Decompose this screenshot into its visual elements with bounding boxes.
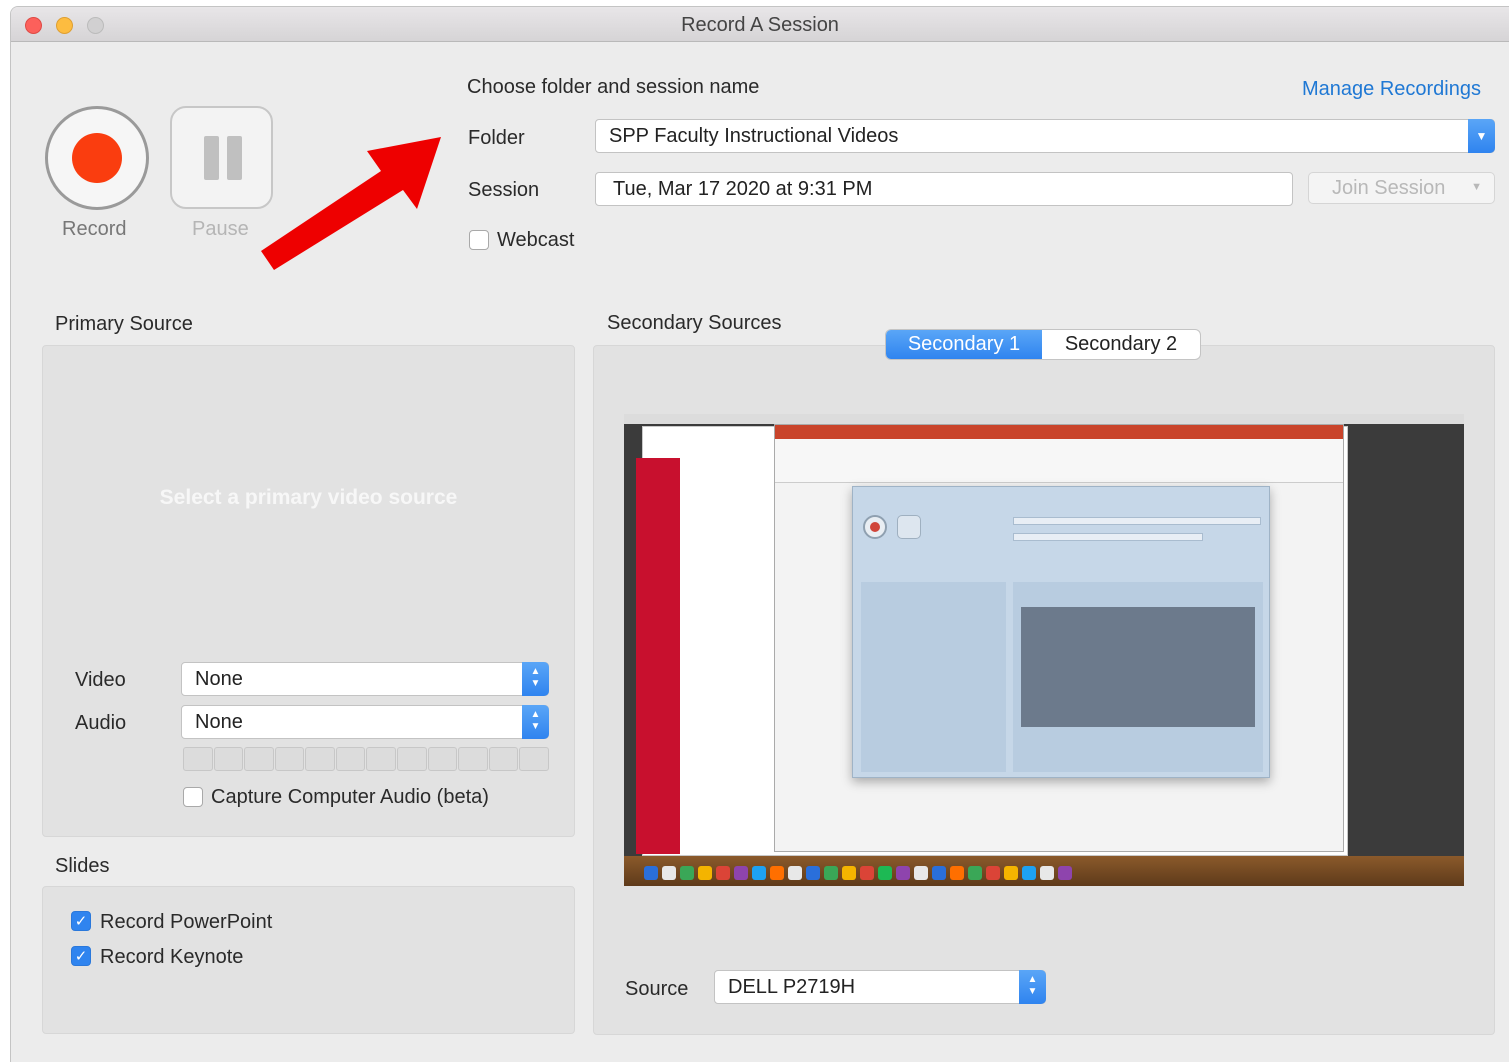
record-label: Record: [62, 218, 127, 240]
tab-secondary-1[interactable]: Secondary 1: [886, 330, 1042, 359]
join-session-button[interactable]: Join Session ▼: [1308, 172, 1495, 204]
capture-audio-checkbox[interactable]: [183, 787, 203, 807]
audio-level-meter: [183, 747, 549, 771]
preview-menu-bar: [624, 414, 1464, 424]
record-powerpoint-checkbox[interactable]: ✓: [71, 911, 91, 931]
primary-source-placeholder: Select a primary video source: [159, 486, 458, 509]
secondary-tabs: Secondary 1 Secondary 2: [885, 329, 1201, 360]
video-value: None: [195, 668, 243, 690]
primary-source-heading: Primary Source: [55, 313, 193, 335]
source-value: DELL P2719H: [728, 976, 856, 998]
pause-button[interactable]: [170, 106, 273, 209]
record-button[interactable]: [45, 106, 149, 210]
session-name-input[interactable]: Tue, Mar 17 2020 at 9:31 PM: [595, 172, 1293, 206]
audio-select[interactable]: None ▲ ▼: [181, 705, 549, 739]
tab-secondary-2[interactable]: Secondary 2: [1042, 330, 1200, 359]
session-label: Session: [468, 179, 540, 201]
slides-heading: Slides: [55, 855, 110, 877]
title-bar: Record A Session: [11, 7, 1509, 42]
up-down-arrows-icon: ▲ ▼: [1019, 970, 1046, 1004]
pause-label: Pause: [192, 218, 249, 240]
record-session-window: Record A Session Record Pause Choose fol…: [10, 6, 1509, 1062]
source-label: Source: [625, 978, 689, 1000]
record-powerpoint-label: Record PowerPoint: [100, 911, 273, 933]
preview-browser-sidebar: [636, 458, 680, 854]
chevron-down-icon: ▼: [1468, 119, 1495, 153]
slides-panel: ✓ Record PowerPoint ✓ Record Keynote: [42, 886, 575, 1034]
video-select[interactable]: None ▲ ▼: [181, 662, 549, 696]
preview-dock: [624, 856, 1464, 886]
audio-value: None: [195, 711, 243, 733]
record-keynote-label: Record Keynote: [100, 946, 244, 968]
folder-value: SPP Faculty Instructional Videos: [609, 125, 899, 147]
join-session-label: Join Session: [1332, 177, 1446, 199]
chevron-down-icon: ▼: [1471, 181, 1482, 193]
folder-label: Folder: [468, 127, 525, 149]
secondary-source-preview: [624, 414, 1464, 886]
primary-source-panel: Select a primary video source Video None…: [42, 345, 575, 837]
record-keynote-checkbox[interactable]: ✓: [71, 946, 91, 966]
window-title: Record A Session: [681, 14, 839, 36]
capture-audio-label: Capture Computer Audio (beta): [211, 786, 489, 808]
record-icon: [72, 133, 122, 183]
video-label: Video: [75, 669, 126, 691]
secondary-sources-heading: Secondary Sources: [607, 312, 782, 334]
annotation-arrow-icon: [261, 137, 441, 270]
webcast-label: Webcast: [497, 229, 575, 251]
source-select[interactable]: DELL P2719H ▲ ▼: [714, 970, 1046, 1004]
folder-select[interactable]: SPP Faculty Instructional Videos ▼: [595, 119, 1495, 153]
up-down-arrows-icon: ▲ ▼: [522, 705, 549, 739]
manage-recordings-link[interactable]: Manage Recordings: [1302, 78, 1481, 101]
session-heading: Choose folder and session name: [467, 76, 760, 98]
up-down-arrows-icon: ▲ ▼: [522, 662, 549, 696]
preview-recorder-dialog: [852, 486, 1270, 778]
audio-label: Audio: [75, 712, 127, 734]
webcast-checkbox[interactable]: [469, 230, 489, 250]
